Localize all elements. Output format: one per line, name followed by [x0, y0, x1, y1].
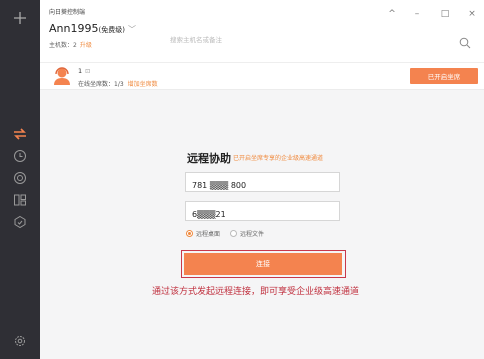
seat-info-label: 在线坐席数：1/3: [78, 81, 124, 88]
devices-icon[interactable]: [10, 190, 30, 210]
app-title: 向日葵控制端: [49, 9, 86, 16]
seat-count: 1 ⊡: [78, 67, 90, 75]
verification-code-input[interactable]: [186, 205, 339, 224]
verification-code-field[interactable]: [185, 201, 340, 224]
maximize-button[interactable]: □: [439, 8, 451, 20]
seat-bar: 1 ⊡ 在线坐席数：1/3 增加坐席数 已开启坐席: [40, 62, 484, 90]
collapse-icon[interactable]: ^: [386, 8, 398, 20]
search-input[interactable]: [170, 33, 470, 47]
settings-icon[interactable]: [10, 331, 30, 351]
transfer-icon[interactable]: [10, 124, 30, 144]
add-seat-link[interactable]: 增加坐席数: [128, 81, 158, 88]
page-title: 远程协助: [187, 152, 231, 165]
host-count: 主机数：2 升级: [49, 40, 92, 49]
mode-selector: 远程桌面 远程文件: [186, 229, 274, 238]
agent-avatar-icon: [52, 66, 72, 86]
edit-icon[interactable]: ⊡: [85, 68, 90, 75]
radio-selected-icon[interactable]: [186, 230, 193, 237]
user-name: Ann1995: [49, 22, 99, 35]
connect-button[interactable]: 连接: [184, 253, 342, 275]
minimize-button[interactable]: –: [411, 8, 423, 20]
radio-unselected-icon[interactable]: [230, 230, 238, 237]
enterprise-seat-button[interactable]: 已开启坐席: [410, 68, 478, 84]
mode-remote-file[interactable]: 远程文件: [230, 229, 264, 238]
chevron-down-icon[interactable]: ﹀: [128, 25, 136, 34]
search-icon[interactable]: [459, 34, 473, 49]
annotation-note: 通过该方式发起远程连接，即可享受企业级高速通道: [152, 287, 360, 297]
seat-count-value: 1: [78, 67, 83, 75]
seat-info: 在线坐席数：1/3 增加坐席数: [78, 79, 158, 88]
identification-code-input[interactable]: [186, 176, 339, 195]
main-panel: 远程协助 已开启坐席专享的企业级高速通道 远程桌面 远程文件 连接 通过该方式发…: [40, 90, 484, 359]
sidebar: [0, 0, 40, 359]
titlebar: 向日葵控制端 Ann1995(免费级)﹀ 主机数：2升级 ^ – □ ×: [40, 0, 484, 62]
close-button[interactable]: ×: [466, 8, 478, 20]
plus-icon[interactable]: [10, 8, 30, 28]
clock-icon[interactable]: [10, 146, 30, 166]
identification-code-field[interactable]: [185, 172, 340, 195]
account-menu[interactable]: Ann1995(免费级) ﹀: [49, 22, 136, 35]
mode-label: 远程文件: [240, 231, 265, 238]
mode-remote-desktop[interactable]: 远程桌面: [186, 229, 220, 238]
user-level: (免费级): [98, 26, 125, 34]
mode-label: 远程桌面: [196, 231, 221, 238]
page-subtitle: 已开启坐席专享的企业级高速通道: [233, 155, 324, 162]
globe-icon[interactable]: [10, 168, 30, 188]
upgrade-link[interactable]: 升级: [80, 42, 92, 49]
shield-icon[interactable]: [10, 212, 30, 232]
host-count-label: 主机数：2: [49, 42, 77, 49]
